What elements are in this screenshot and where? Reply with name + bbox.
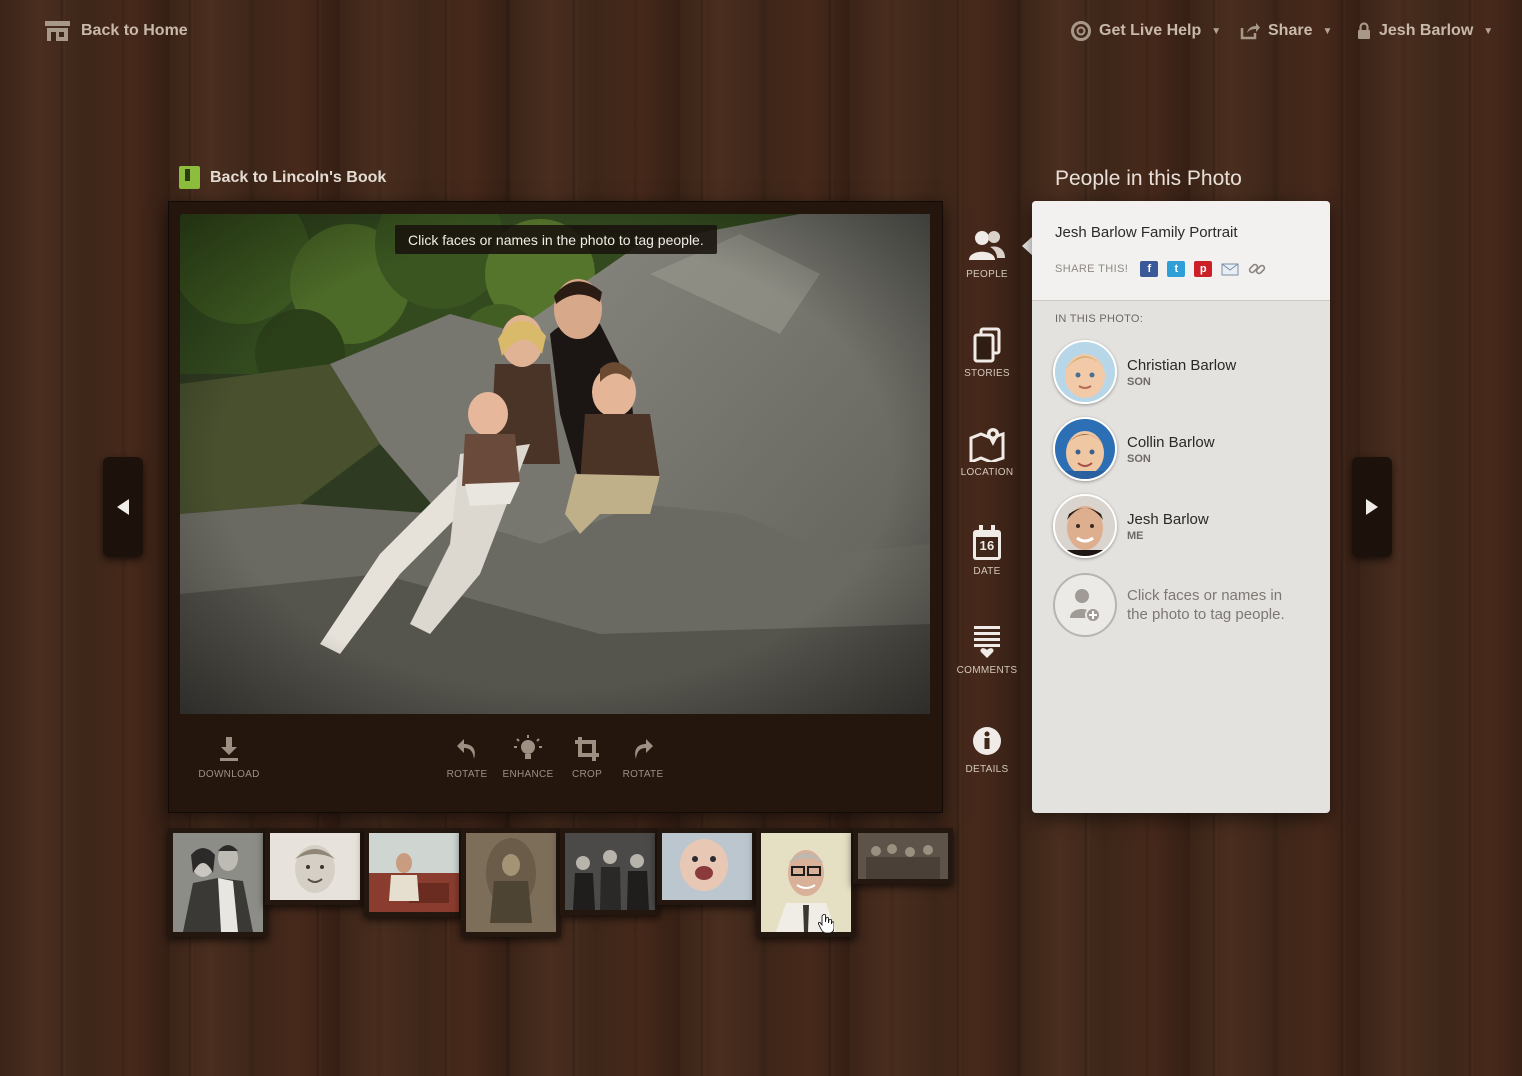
download-label: DOWNLOAD [198, 769, 260, 780]
person-name: Collin Barlow [1127, 433, 1215, 451]
in-this-photo-label: IN THIS PHOTO: [1055, 313, 1144, 325]
tab-people-label: PEOPLE [966, 269, 1008, 280]
stories-icon [973, 327, 1001, 363]
share-icon [1240, 22, 1260, 40]
person-name: Christian Barlow [1127, 356, 1237, 374]
info-icon [973, 727, 1001, 755]
thumbnail[interactable] [853, 828, 953, 884]
tab-comments-label: COMMENTS [956, 665, 1018, 676]
photo-title: Jesh Barlow Family Portrait [1055, 224, 1238, 241]
person-relation: ME [1127, 529, 1144, 542]
lightbulb-icon [514, 735, 542, 759]
panel-header: Jesh Barlow Family Portrait SHARE THIS! … [1032, 201, 1330, 301]
tab-stories-label: STORIES [964, 368, 1010, 379]
person-item[interactable]: Christian Barlow SON [1053, 340, 1313, 404]
rotate-left-label: ROTATE [446, 769, 488, 780]
previous-photo-button[interactable] [103, 457, 143, 557]
rotate-left-icon [457, 739, 475, 759]
live-help-menu[interactable]: Get Live Help ▼ [1071, 19, 1221, 43]
facebook-icon[interactable]: f [1140, 261, 1159, 277]
add-person-icon [1053, 573, 1117, 637]
main-photo[interactable] [180, 214, 930, 714]
enhance-label: ENHANCE [502, 769, 554, 780]
tab-stories[interactable]: STORIES [955, 327, 1019, 379]
user-name-label: Jesh Barlow [1379, 22, 1474, 39]
calendar-icon: 16 [972, 525, 1002, 561]
share-label: Share [1268, 22, 1313, 39]
tab-people[interactable]: PEOPLE [955, 228, 1019, 280]
map-icon [969, 428, 1005, 462]
crop-icon [575, 737, 599, 761]
share-this-label: SHARE THIS! [1055, 263, 1129, 275]
comments-icon [974, 626, 1000, 658]
person-relation: SON [1127, 452, 1151, 465]
share-row: SHARE THIS! f t p [1055, 261, 1266, 277]
person-relation: SON [1127, 375, 1151, 388]
people-icon [969, 231, 1005, 260]
tag-people-tooltip: Click faces or names in the photo to tag… [395, 225, 717, 254]
tab-date-label: DATE [973, 566, 1001, 577]
thumbnail[interactable] [364, 828, 464, 917]
thumbnail[interactable] [560, 828, 660, 915]
back-to-book-link[interactable]: Back to Lincoln's Book [179, 166, 386, 189]
thumbnail[interactable] [461, 828, 561, 937]
hand-cursor-icon [817, 913, 835, 939]
caret-down-icon: ▼ [1483, 25, 1494, 37]
person-name: Jesh Barlow [1127, 510, 1209, 528]
rotate-right-label: ROTATE [622, 769, 664, 780]
user-menu[interactable]: Jesh Barlow ▼ [1357, 19, 1493, 43]
lock-icon [1357, 22, 1371, 40]
back-to-book-label: Back to Lincoln's Book [210, 168, 387, 186]
download-icon [220, 737, 238, 761]
tab-location-label: LOCATION [960, 467, 1014, 478]
share-menu[interactable]: Share ▼ [1240, 19, 1332, 43]
tab-date[interactable]: 16 DATE [955, 525, 1019, 577]
person-item[interactable]: Collin Barlow SON [1053, 417, 1313, 481]
back-to-home-label: Back to Home [81, 22, 188, 39]
link-icon[interactable] [1248, 261, 1266, 277]
live-help-label: Get Live Help [1099, 22, 1202, 39]
lifebuoy-icon [1071, 21, 1091, 41]
avatar [1053, 494, 1117, 558]
twitter-icon[interactable]: t [1167, 261, 1186, 277]
calendar-day: 16 [979, 538, 995, 553]
tab-location[interactable]: LOCATION [955, 426, 1019, 478]
back-to-home-link[interactable]: Back to Home [44, 19, 188, 43]
rotate-left-button[interactable]: ROTATE [432, 735, 502, 780]
caret-down-icon: ▼ [1322, 25, 1333, 37]
arrow-right-icon [1366, 499, 1378, 515]
add-person-item[interactable]: Click faces or names in the photo to tag… [1053, 572, 1313, 638]
thumbnail[interactable] [265, 828, 365, 905]
add-person-hint: Click faces or names in the photo to tag… [1127, 587, 1285, 623]
book-icon [179, 166, 200, 189]
thumbnail[interactable] [657, 828, 757, 905]
pinterest-icon[interactable]: p [1194, 261, 1213, 277]
home-icon [44, 20, 71, 42]
tab-details[interactable]: DETAILS [955, 723, 1019, 775]
rotate-right-button[interactable]: ROTATE [608, 735, 678, 780]
arrow-left-icon [117, 499, 129, 515]
avatar [1053, 417, 1117, 481]
download-button[interactable]: DOWNLOAD [194, 735, 264, 780]
next-photo-button[interactable] [1352, 457, 1392, 557]
avatar [1053, 340, 1117, 404]
people-panel: Jesh Barlow Family Portrait SHARE THIS! … [1032, 201, 1330, 813]
person-item[interactable]: Jesh Barlow ME [1053, 494, 1313, 558]
thumbnail-selected[interactable] [756, 828, 856, 937]
email-icon[interactable] [1221, 261, 1239, 277]
caret-down-icon: ▼ [1211, 25, 1222, 37]
tab-comments[interactable]: COMMENTS [955, 624, 1019, 676]
panel-heading: People in this Photo [1055, 167, 1242, 190]
tab-details-label: DETAILS [965, 764, 1009, 775]
thumbnail[interactable] [168, 828, 268, 937]
crop-label: CROP [571, 769, 603, 780]
rotate-right-icon [635, 739, 653, 759]
